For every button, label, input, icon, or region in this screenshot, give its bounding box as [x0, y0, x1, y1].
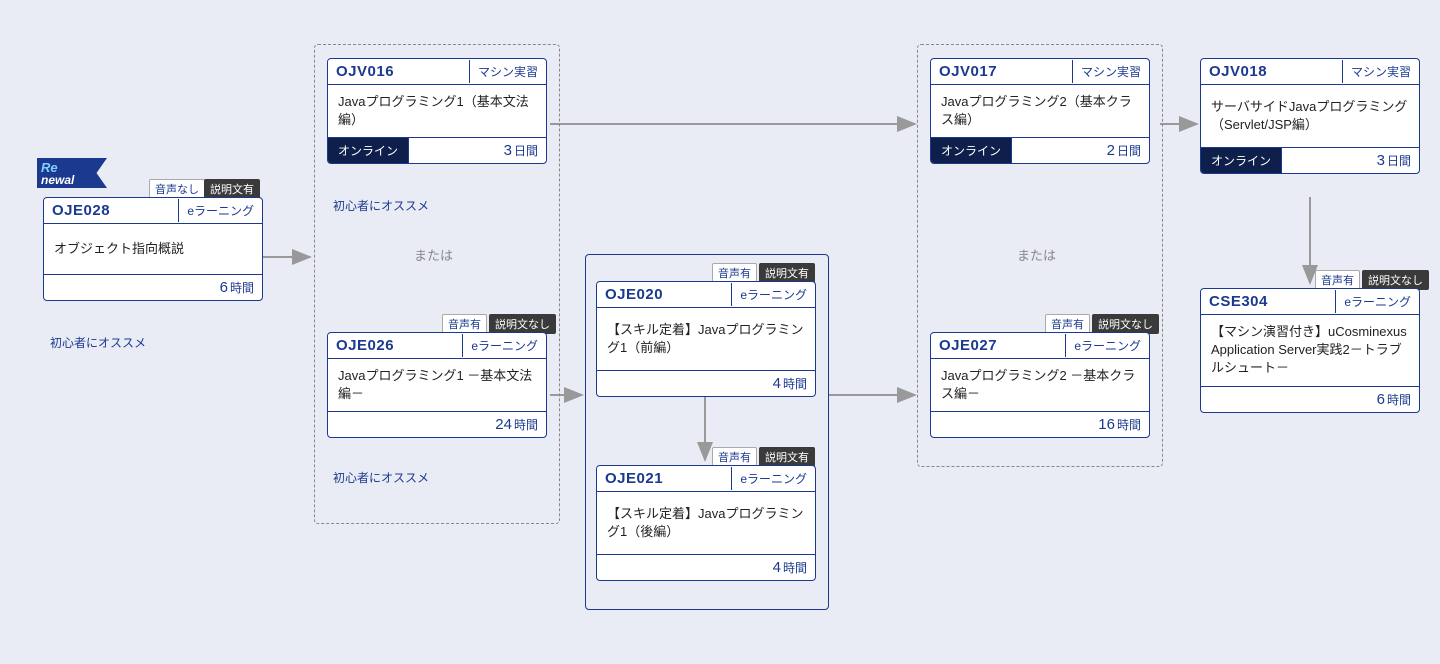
course-title: 【スキル定着】Javaプログラミング1（後編） — [597, 492, 815, 554]
course-title: Javaプログラミング2（基本クラス編） — [931, 85, 1149, 137]
course-code: OJE028 — [44, 199, 178, 222]
duration-value: 3 — [498, 142, 512, 159]
badge-desc-yes: 説明文有 — [759, 447, 815, 467]
course-oje027[interactable]: OJE027 eラーニング Javaプログラミング2 －基本クラス編－ 16 時… — [930, 332, 1150, 438]
duration-unit: 時間 — [1385, 391, 1419, 408]
course-mode: オンライン — [1201, 148, 1282, 173]
duration-value: 4 — [767, 559, 781, 576]
course-title: 【スキル定着】Javaプログラミング1（前編） — [597, 308, 815, 370]
duration-value: 24 — [489, 416, 512, 433]
course-title: オブジェクト指向概説 — [44, 224, 262, 274]
duration-unit: 日間 — [1385, 152, 1419, 169]
recommend-label: 初心者にオススメ — [333, 197, 429, 214]
course-type: eラーニング — [1335, 290, 1419, 313]
course-ojv016[interactable]: OJV016 マシン実習 Javaプログラミング1（基本文法編） オンライン 3… — [327, 58, 547, 164]
course-code: OJV016 — [328, 60, 469, 83]
renewal-ribbon: Renewal — [37, 158, 107, 188]
course-title: サーバサイドJavaプログラミング（Servlet/JSP編） — [1201, 85, 1419, 147]
course-code: OJE026 — [328, 334, 462, 357]
badge-desc-yes: 説明文有 — [204, 179, 260, 199]
course-title: Javaプログラミング1（基本文法編） — [328, 85, 546, 137]
course-type: eラーニング — [731, 467, 815, 490]
duration-unit: 時間 — [781, 559, 815, 576]
course-type: マシン実習 — [1072, 60, 1149, 83]
course-type: マシン実習 — [469, 60, 546, 83]
duration-value: 2 — [1101, 142, 1115, 159]
course-code: OJE020 — [597, 283, 731, 306]
duration-unit: 時間 — [781, 375, 815, 392]
badge-desc-no: 説明文なし — [489, 314, 556, 334]
course-cse304[interactable]: CSE304 eラーニング 【マシン演習付き】uCosminexus Appli… — [1200, 288, 1420, 413]
duration-value: 4 — [767, 375, 781, 392]
course-title: 【マシン演習付き】uCosminexus Application Server実… — [1201, 315, 1419, 386]
duration-value: 3 — [1371, 152, 1385, 169]
course-oje020[interactable]: OJE020 eラーニング 【スキル定着】Javaプログラミング1（前編） 4 … — [596, 281, 816, 397]
duration-value: 16 — [1092, 416, 1115, 433]
duration-unit: 時間 — [1115, 416, 1149, 433]
course-mode: オンライン — [328, 138, 409, 163]
course-code: OJV017 — [931, 60, 1072, 83]
course-oje021[interactable]: OJE021 eラーニング 【スキル定着】Javaプログラミング1（後編） 4 … — [596, 465, 816, 581]
badge-audio-yes: 音声有 — [442, 314, 487, 334]
badge-audio-yes: 音声有 — [1315, 270, 1360, 290]
duration-unit: 日間 — [512, 142, 546, 159]
course-type: eラーニング — [462, 334, 546, 357]
duration-unit: 日間 — [1115, 142, 1149, 159]
badge-audio-yes: 音声有 — [1045, 314, 1090, 334]
course-code: OJV018 — [1201, 60, 1342, 83]
course-title: Javaプログラミング1 －基本文法編－ — [328, 359, 546, 411]
course-code: OJE021 — [597, 467, 731, 490]
badge-desc-no: 説明文なし — [1092, 314, 1159, 334]
course-mode: オンライン — [931, 138, 1012, 163]
duration-unit: 時間 — [228, 279, 262, 296]
recommend-label: 初心者にオススメ — [50, 334, 146, 351]
course-ojv018[interactable]: OJV018 マシン実習 サーバサイドJavaプログラミング（Servlet/J… — [1200, 58, 1420, 174]
recommend-label: 初心者にオススメ — [333, 469, 429, 486]
course-type: eラーニング — [178, 199, 262, 222]
badge-audio-yes: 音声有 — [712, 263, 757, 283]
badge-audio-yes: 音声有 — [712, 447, 757, 467]
course-type: マシン実習 — [1342, 60, 1419, 83]
duration-unit: 時間 — [512, 416, 546, 433]
course-ojv017[interactable]: OJV017 マシン実習 Javaプログラミング2（基本クラス編） オンライン … — [930, 58, 1150, 164]
course-title: Javaプログラミング2 －基本クラス編－ — [931, 359, 1149, 411]
or-label: または — [1017, 245, 1056, 264]
course-code: CSE304 — [1201, 290, 1335, 313]
badge-audio-no: 音声なし — [149, 179, 205, 199]
badge-desc-yes: 説明文有 — [759, 263, 815, 283]
badge-desc-no: 説明文なし — [1362, 270, 1429, 290]
duration-value: 6 — [1371, 391, 1385, 408]
duration-value: 6 — [214, 279, 228, 296]
course-type: eラーニング — [731, 283, 815, 306]
course-oje026[interactable]: OJE026 eラーニング Javaプログラミング1 －基本文法編－ 24 時間 — [327, 332, 547, 438]
course-code: OJE027 — [931, 334, 1065, 357]
or-label: または — [414, 245, 453, 264]
course-oje028[interactable]: OJE028 eラーニング オブジェクト指向概説 6 時間 — [43, 197, 263, 301]
course-type: eラーニング — [1065, 334, 1149, 357]
